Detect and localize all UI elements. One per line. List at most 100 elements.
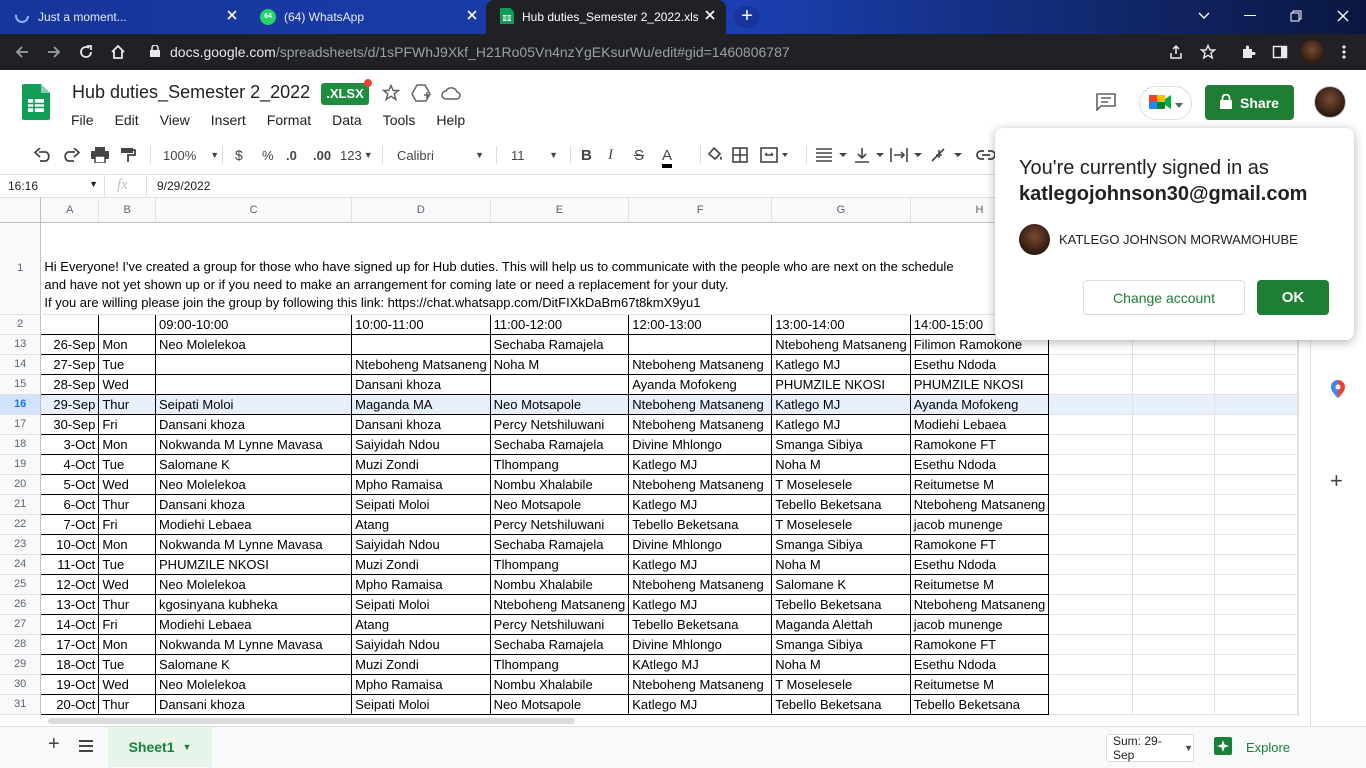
menu-format[interactable]: Format (256, 108, 321, 130)
table-cell[interactable] (1214, 514, 1298, 535)
table-cell[interactable] (1132, 614, 1216, 635)
share-page-icon[interactable] (1164, 40, 1188, 64)
bold-button[interactable]: B (570, 146, 592, 164)
bookmark-star-icon[interactable] (1196, 40, 1220, 64)
table-cell[interactable]: Seipati Moloi (351, 493, 491, 515)
menu-file[interactable]: File (60, 108, 104, 130)
table-cell[interactable]: Katlego MJ (628, 453, 773, 475)
table-cell[interactable]: Salomane K (155, 653, 353, 675)
ok-button[interactable]: OK (1257, 280, 1329, 315)
table-cell[interactable]: KAtlego MJ (628, 653, 773, 675)
row-header[interactable]: 18 (0, 434, 42, 455)
row-header[interactable]: 2 (0, 314, 42, 335)
row-header[interactable]: 13 (0, 334, 42, 355)
table-cell[interactable]: 12-Oct (40, 573, 100, 595)
table-cell[interactable]: Sechaba Ramajela (489, 433, 630, 455)
table-cell[interactable]: Esethu Ndoda (909, 553, 1050, 575)
table-cell[interactable]: Noha M (771, 453, 911, 475)
table-cell[interactable]: Esethu Ndoda (909, 453, 1050, 475)
table-cell[interactable]: Tlhompang (489, 553, 630, 575)
table-cell[interactable]: Divine Mhlongo (628, 633, 773, 655)
table-cell[interactable] (1214, 554, 1298, 575)
table-cell[interactable]: Tlhompang (489, 653, 630, 675)
sum-summary[interactable]: Sum: 29-Sep ▼ (1106, 734, 1194, 762)
table-cell[interactable]: Noha M (489, 353, 630, 375)
table-cell[interactable]: Katlego MJ (771, 393, 911, 415)
table-cell[interactable]: Percy Netshiluwani (489, 613, 630, 635)
table-cell[interactable]: Sechaba Ramajela (489, 533, 630, 555)
table-cell[interactable]: Tue (98, 353, 157, 375)
browser-tab-just-a-moment[interactable]: Just a moment... (0, 0, 248, 34)
table-cell[interactable] (1132, 474, 1216, 495)
table-cell[interactable] (1048, 614, 1133, 635)
table-cell[interactable] (1132, 434, 1216, 455)
table-cell[interactable]: Nteboheng Matsaneng (489, 593, 630, 615)
table-cell[interactable]: Smanga Sibiya (771, 533, 911, 555)
table-cell[interactable] (1214, 434, 1298, 455)
table-cell[interactable]: Tue (98, 553, 157, 575)
table-cell[interactable] (1132, 674, 1216, 695)
table-cell[interactable]: Tebello Beketsana (771, 493, 911, 515)
table-cell[interactable]: Saiyidah Ndou (351, 533, 491, 555)
table-cell[interactable]: Reitumetse M (909, 673, 1050, 695)
table-cell[interactable] (1214, 374, 1298, 395)
table-cell[interactable] (1132, 554, 1216, 575)
table-cell[interactable]: Sechaba Ramajela (489, 333, 630, 355)
add-on-plus-icon[interactable]: + (1330, 468, 1343, 494)
table-cell[interactable]: Divine Mhlongo (628, 533, 773, 555)
table-cell[interactable]: 26-Sep (40, 333, 100, 355)
table-cell[interactable]: 7-Oct (40, 513, 100, 535)
column-header-d[interactable]: D (351, 198, 491, 223)
table-cell[interactable]: Thur (98, 693, 157, 715)
table-cell[interactable]: Nombu Xhalabile (489, 673, 630, 695)
table-cell[interactable]: Katlego MJ (628, 553, 773, 575)
table-cell[interactable]: Tebello Beketsana (771, 593, 911, 615)
table-cell[interactable]: 5-Oct (40, 473, 100, 495)
table-cell[interactable]: Nombu Xhalabile (489, 473, 630, 495)
row-header[interactable]: 31 (0, 694, 42, 715)
minimize-icon[interactable] (1227, 0, 1273, 32)
more-formats-select[interactable]: 123 ▼ (340, 146, 373, 164)
table-cell[interactable]: 27-Sep (40, 353, 100, 375)
all-sheets-icon[interactable] (79, 740, 93, 755)
table-cell[interactable] (1214, 474, 1298, 495)
select-all-corner[interactable] (0, 198, 42, 223)
table-cell[interactable]: Tue (98, 453, 157, 475)
table-cell[interactable]: Mon (98, 433, 157, 455)
home-icon[interactable] (106, 40, 130, 64)
table-cell[interactable]: Esethu Ndoda (909, 653, 1050, 675)
table-cell[interactable] (98, 313, 157, 335)
currency-button[interactable]: $ (222, 146, 243, 164)
extensions-icon[interactable] (1236, 40, 1260, 64)
column-header-e[interactable]: E (490, 198, 630, 223)
table-cell[interactable] (1214, 694, 1298, 715)
table-cell[interactable]: T Moselesele (771, 513, 911, 535)
table-cell[interactable]: Katlego MJ (771, 413, 911, 435)
table-cell[interactable]: 13-Oct (40, 593, 100, 615)
table-cell[interactable]: Nokwanda M Lynne Mavasa (155, 533, 353, 555)
table-cell[interactable] (1132, 354, 1216, 375)
profile-avatar[interactable] (1300, 40, 1324, 64)
table-cell[interactable]: Nteboheng Matsaneng (771, 333, 911, 355)
table-cell[interactable]: Mpho Ramaisa (351, 573, 491, 595)
table-cell[interactable]: Maganda Alettah (771, 613, 911, 635)
redo-icon[interactable] (62, 146, 80, 164)
table-cell[interactable] (1048, 354, 1133, 375)
horizontal-scrollbar[interactable] (48, 716, 1298, 726)
browser-tab-sheets[interactable]: Hub duties_Semester 2_2022.xlsx (486, 0, 726, 34)
fill-color-icon[interactable] (700, 146, 723, 164)
comments-icon[interactable] (1096, 93, 1116, 114)
table-cell[interactable]: Ramokone FT (909, 533, 1050, 555)
menu-tools[interactable]: Tools (372, 108, 426, 130)
table-cell[interactable] (1214, 614, 1298, 635)
table-cell[interactable] (1214, 354, 1298, 375)
table-cell[interactable]: Wed (98, 373, 157, 395)
table-cell[interactable]: Esethu Ndoda (909, 353, 1050, 375)
table-cell[interactable] (351, 333, 491, 355)
table-cell[interactable]: Mpho Ramaisa (351, 673, 491, 695)
table-cell[interactable]: Modiehi Lebaea (155, 513, 353, 535)
close-tab-icon[interactable] (466, 9, 478, 21)
table-cell[interactable]: 11-Oct (40, 553, 100, 575)
table-cell[interactable]: 20-Oct (40, 693, 100, 715)
row-header[interactable]: 28 (0, 634, 42, 655)
